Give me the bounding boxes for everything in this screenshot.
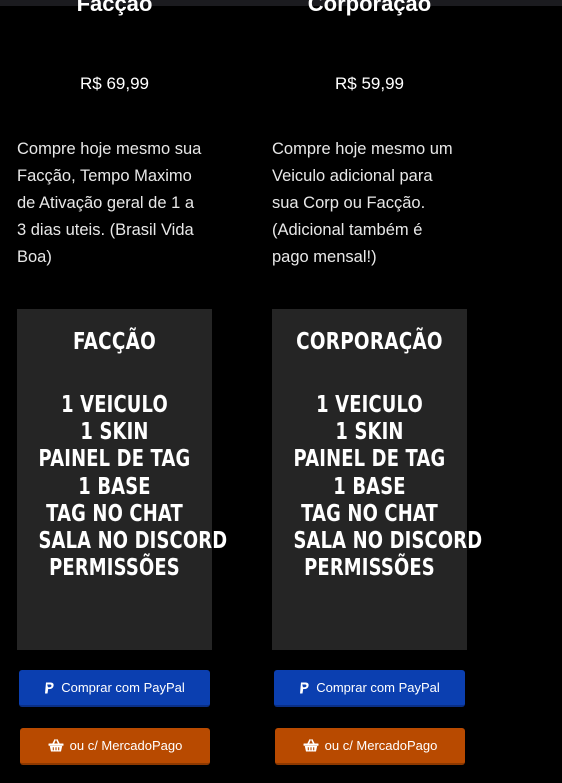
description-line: (Adicional também é xyxy=(272,221,423,239)
poster-feature: 1 BASE xyxy=(333,473,406,500)
product-poster: CORPORAÇÃO 1 VEICULO 1 SKIN PAINEL DE TA… xyxy=(272,309,483,650)
poster-feature: TAG NO CHAT xyxy=(46,500,183,527)
poster-feature: 1 SKIN xyxy=(80,419,149,446)
paypal-button-label: Comprar com PayPal xyxy=(61,680,185,695)
poster-feature: PAINEL DE TAG xyxy=(293,446,446,473)
poster-feature: 1 SKIN xyxy=(335,419,404,446)
description-line: 3 dias uteis. (Brasil Vida xyxy=(17,221,194,239)
poster-feature: 1 VEICULO xyxy=(61,392,168,418)
poster-feature: TAG NO CHAT xyxy=(301,500,438,527)
paypal-button-label: Comprar com PayPal xyxy=(316,680,440,695)
description-line: Compre hoje mesmo sua xyxy=(17,140,202,158)
poster-title: FACÇÃO xyxy=(72,329,157,355)
product-poster: FACÇÃO 1 VEICULO 1 SKIN PAINEL DE TAG 1 … xyxy=(17,309,228,650)
description-line: sua Corp ou Facção. xyxy=(272,194,426,212)
product-description: Compre hoje mesmo sua Facção, Tempo Maxi… xyxy=(17,136,215,271)
poster-feature: SALA NO DISCORD xyxy=(293,528,483,555)
poster-feature: PERMISSÕES xyxy=(49,555,180,582)
paypal-buy-button[interactable]: Comprar com PayPal xyxy=(274,670,465,707)
description-line: Boa) xyxy=(17,248,52,266)
paypal-buy-button[interactable]: Comprar com PayPal xyxy=(19,670,210,707)
poster-feature: SALA NO DISCORD xyxy=(38,528,228,555)
product-description: Compre hoje mesmo um Veiculo adicional p… xyxy=(272,136,470,271)
paypal-icon xyxy=(44,682,55,694)
description-line: de Ativação geral de 1 a xyxy=(17,194,195,212)
description-line: Veiculo adicional para xyxy=(272,167,433,185)
product-price: R$ 59,99 xyxy=(335,74,404,93)
poster-title: CORPORAÇÃO xyxy=(296,329,443,355)
description-line: Compre hoje mesmo um xyxy=(272,140,453,158)
product-price: R$ 69,99 xyxy=(80,74,149,93)
poster-feature: PAINEL DE TAG xyxy=(38,446,191,473)
paypal-icon xyxy=(299,682,310,694)
poster-feature-list: 1 VEICULO 1 SKIN PAINEL DE TAG 1 BASE TA… xyxy=(17,392,228,582)
product-title: Corporação xyxy=(307,0,432,16)
basket-icon xyxy=(48,739,64,752)
basket-icon xyxy=(303,739,319,752)
poster-feature: 1 BASE xyxy=(78,473,151,500)
mercadopago-button-label: ou c/ MercadoPago xyxy=(69,738,183,753)
description-line: Facção, Tempo Maximo xyxy=(17,167,192,185)
poster-feature: 1 VEICULO xyxy=(316,392,423,418)
poster-feature: PERMISSÕES xyxy=(304,555,435,582)
description-line: pago mensal!) xyxy=(272,248,377,266)
mercadopago-buy-button[interactable]: ou c/ MercadoPago xyxy=(20,728,210,765)
poster-feature-list: 1 VEICULO 1 SKIN PAINEL DE TAG 1 BASE TA… xyxy=(272,392,483,582)
mercadopago-buy-button[interactable]: ou c/ MercadoPago xyxy=(275,728,465,765)
product-title: Facção xyxy=(76,0,153,16)
mercadopago-button-label: ou c/ MercadoPago xyxy=(324,738,438,753)
